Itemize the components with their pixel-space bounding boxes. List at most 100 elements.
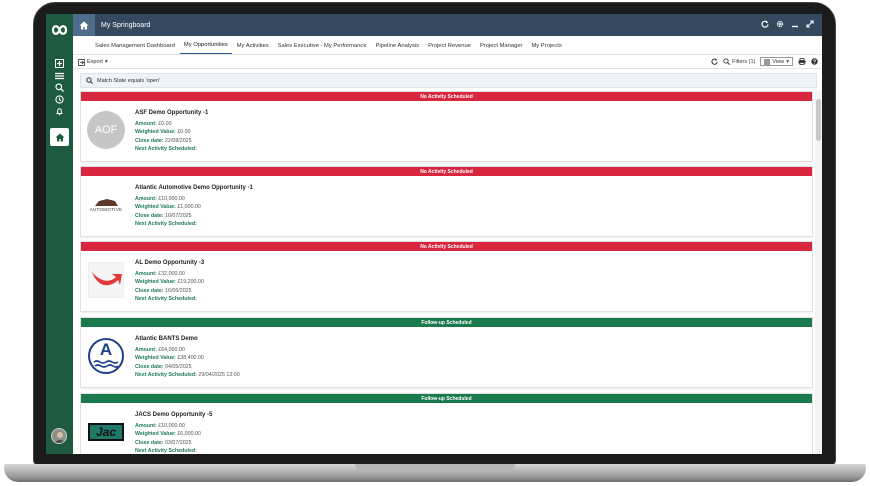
weighted-label: Weighted Value: (135, 204, 176, 211)
gear-icon[interactable] (776, 20, 784, 28)
status-band: Follow-up Scheduled (81, 318, 812, 327)
top-bar: My Springboard (73, 14, 822, 36)
zoom-icon (723, 58, 731, 65)
next-activity-value: 29/04/2025 13:00 (198, 372, 240, 379)
next-activity-label: Next Activity Scheduled: (135, 221, 197, 228)
close-date-value: 04/05/2025 (165, 363, 192, 370)
automotive-logo: AUTOMOTIVE (90, 198, 123, 212)
close-date-label: Close date: (135, 363, 164, 370)
dashboard-tabs: Sales Management Dashboard My Opportunit… (73, 36, 822, 55)
amount-label: Amount: (135, 422, 157, 429)
tab-project-manager[interactable]: Project Manager (476, 43, 527, 54)
opportunity-card[interactable]: No Activity Scheduled AOF ASF Demo Oppor… (80, 91, 813, 162)
search-icon (86, 77, 93, 84)
opportunity-thumbnail: AUTOMOTIVE (87, 186, 125, 224)
print-icon[interactable] (798, 58, 806, 65)
active-filter-bar[interactable]: Match State equals 'open' (80, 73, 817, 88)
opportunity-thumbnail: A (87, 337, 125, 375)
left-rail (46, 14, 73, 454)
opportunity-name[interactable]: Atlantic BANTS Demo (135, 335, 240, 344)
amount-label: Amount: (135, 346, 157, 353)
tab-pipeline-analysis[interactable]: Pipeline Analysis (372, 43, 424, 54)
weighted-label: Weighted Value: (135, 129, 176, 136)
close-date-value: 16/06/2025 (165, 287, 192, 294)
amount-label: Amount: (135, 270, 157, 277)
close-date-value: 22/08/2025 (165, 137, 192, 144)
tab-my-activities[interactable]: My Activities (233, 43, 273, 54)
list-view-icon (764, 59, 771, 64)
status-band: Follow-up Scheduled (81, 394, 812, 403)
weighted-value: £0.00 (177, 129, 191, 136)
weighted-label: Weighted Value: (135, 279, 176, 286)
initials-avatar: AOF (87, 111, 125, 149)
refresh-icon[interactable] (711, 58, 718, 65)
tab-sales-management-dashboard[interactable]: Sales Management Dashboard (91, 43, 179, 54)
close-date-label: Close date: (135, 137, 164, 144)
export-icon (78, 58, 85, 66)
svg-text:?: ? (813, 59, 816, 65)
clock-icon[interactable] (54, 94, 65, 105)
amount-value: £10,000.00 (158, 195, 185, 202)
list-icon[interactable] (54, 70, 65, 81)
bants-logo: A (88, 338, 124, 374)
home-icon (79, 21, 89, 29)
opportunity-card[interactable]: Follow-up Scheduled Jac JACS Demo Opport… (80, 393, 813, 454)
tab-my-opportunities[interactable]: My Opportunities (179, 42, 232, 54)
weighted-label: Weighted Value: (135, 431, 176, 438)
expand-icon[interactable] (806, 20, 814, 28)
opportunity-card[interactable]: Follow-up Scheduled A Atlantic BANTS Dem… (80, 317, 813, 388)
tab-sales-executive-performance[interactable]: Sales Executive - My Performance (274, 43, 371, 54)
opportunity-name[interactable]: JACS Demo Opportunity -5 (135, 411, 212, 420)
swoosh-logo-icon (88, 262, 124, 298)
scrollbar-thumb[interactable] (816, 99, 821, 141)
search-icon[interactable] (54, 82, 65, 93)
logo-text: AUTOMOTIVE (89, 207, 123, 212)
chevron-down-icon: ▾ (786, 58, 789, 65)
close-date-value: 03/07/2025 (165, 439, 192, 446)
tab-my-projects[interactable]: My Projects (527, 43, 565, 54)
close-date-label: Close date: (135, 439, 164, 446)
amount-value: £32,000.00 (158, 270, 185, 277)
top-home-button[interactable] (73, 14, 95, 36)
laptop-notch (355, 464, 515, 471)
next-activity-label: Next Activity Scheduled: (135, 448, 197, 454)
opportunity-card[interactable]: No Activity Scheduled AL Demo Opportunit… (80, 241, 813, 312)
bell-icon[interactable] (54, 106, 65, 117)
amount-value: £10,000.00 (158, 422, 185, 429)
opportunity-name[interactable]: AL Demo Opportunity -3 (135, 259, 204, 268)
amount-value: £0.00 (158, 120, 172, 127)
amount-value: £64,000.00 (158, 346, 185, 353)
add-icon[interactable] (54, 58, 65, 69)
opportunity-thumbnail: Jac (87, 413, 125, 451)
chevron-down-icon: ▾ (104, 59, 108, 65)
export-button[interactable]: Export ▾ (78, 57, 108, 67)
laptop-frame: My Springboard Sales Management Dashboar… (0, 0, 870, 486)
filter-text: Match State equals 'open' (97, 77, 160, 84)
status-band: No Activity Scheduled (81, 92, 812, 101)
list-scrollbar[interactable] (815, 91, 822, 454)
springboard-logo-icon (51, 25, 68, 35)
view-select[interactable]: View ▾ (760, 57, 793, 66)
filters-label: Filters (1) (732, 58, 756, 65)
opportunity-thumbnail: AOF (87, 111, 125, 149)
status-band: No Activity Scheduled (81, 167, 812, 176)
close-date-value: 16/07/2025 (165, 212, 192, 219)
home-icon[interactable] (50, 128, 69, 146)
weighted-value: £19,200.00 (177, 279, 204, 286)
help-icon[interactable]: ? (811, 58, 818, 65)
next-activity-label: Next Activity Scheduled: (135, 296, 197, 303)
app-screen: My Springboard Sales Management Dashboar… (46, 14, 822, 454)
weighted-label: Weighted Value: (135, 355, 176, 362)
minimize-icon[interactable] (791, 20, 799, 28)
jac-logo: Jac (88, 423, 124, 441)
next-activity-label: Next Activity Scheduled: (135, 372, 197, 379)
opportunity-name[interactable]: ASF Demo Opportunity -1 (135, 109, 208, 118)
amount-label: Amount: (135, 120, 157, 127)
filters-button[interactable]: Filters (1) (723, 58, 755, 65)
opportunity-card[interactable]: No Activity Scheduled AUTOMOTIVE Atlanti… (80, 166, 813, 237)
opportunity-name[interactable]: Atlantic Automotive Demo Opportunity -1 (135, 184, 253, 193)
refresh-icon[interactable] (761, 20, 769, 28)
tab-project-revenue[interactable]: Project Revenue (424, 43, 475, 54)
avatar[interactable] (51, 428, 67, 444)
weighted-value: £1,000.00 (177, 204, 201, 211)
